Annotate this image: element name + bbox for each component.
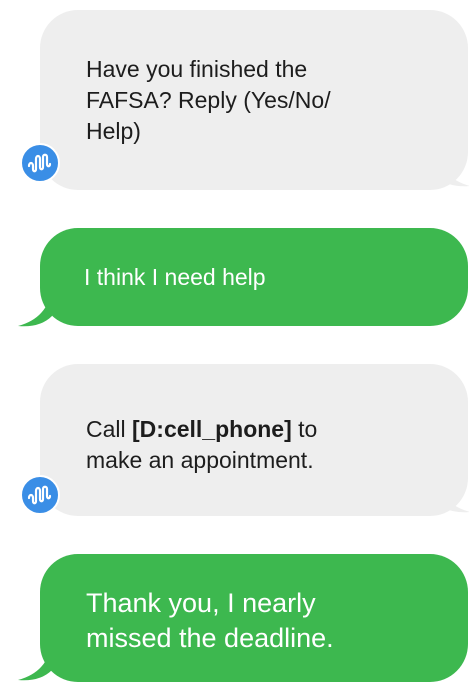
message-line: Help) — [86, 118, 141, 144]
sound-wave-icon — [27, 485, 52, 505]
message-text-suffix: to — [291, 416, 318, 442]
bot-avatar — [20, 475, 60, 515]
message-line: Have you finished the — [86, 56, 308, 82]
message-text-prefix: Call — [86, 416, 133, 442]
bot-message-bubble: Call [D:cell_phone] to make an appointme… — [40, 364, 468, 516]
chat-thread: Have you finished the FAFSA? Reply (Yes/… — [0, 0, 469, 682]
user-message-text: I think I need help — [84, 264, 266, 290]
message-line: missed the deadline. — [86, 623, 334, 653]
user-message-bubble: Thank you, I nearly missed the deadline. — [40, 554, 468, 682]
sound-wave-icon — [27, 153, 52, 173]
user-message-text: Thank you, I nearly missed the deadline. — [86, 586, 334, 656]
message-line: Thank you, I nearly — [86, 588, 316, 618]
bot-message-bubble: Have you finished the FAFSA? Reply (Yes/… — [40, 10, 468, 190]
bot-message-text: Call [D:cell_phone] to make an appointme… — [86, 414, 317, 476]
user-message-bubble: I think I need help — [40, 228, 468, 326]
bot-avatar — [20, 143, 60, 183]
message-line: FAFSA? Reply (Yes/No/ — [86, 87, 331, 113]
bot-message-text: Have you finished the FAFSA? Reply (Yes/… — [86, 54, 331, 147]
message-line: make an appointment. — [86, 447, 314, 473]
placeholder-variable: [D:cell_phone] — [132, 416, 292, 442]
